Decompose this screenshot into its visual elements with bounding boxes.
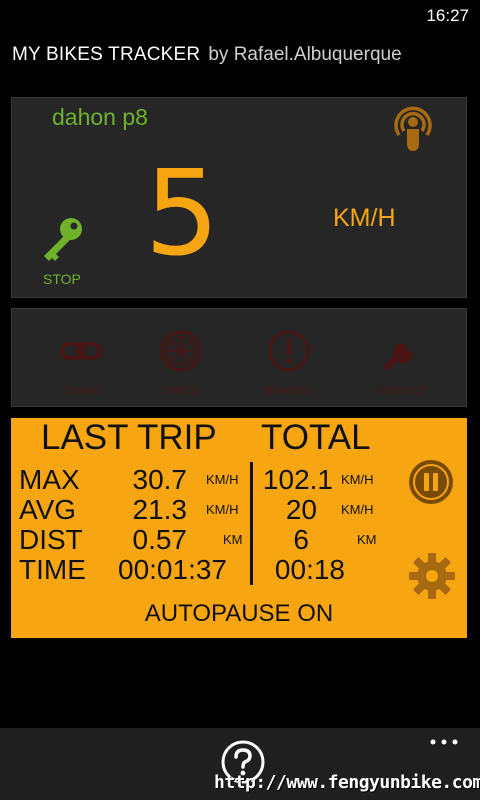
row-label-dist: DIST — [19, 524, 83, 555]
trip-dist-unit: KM — [223, 532, 243, 547]
trip-time-value: 00:01:37 — [118, 554, 227, 585]
total-header: TOTAL — [261, 418, 371, 457]
trip-max-value: 30.7 — [132, 464, 188, 495]
trip-avg-unit: KM/H — [206, 502, 239, 517]
app-bar: http://www.fengyunbike.com — [0, 728, 480, 800]
total-dist-value: 6 — [293, 524, 309, 555]
key-icon[interactable] — [38, 214, 88, 264]
tires-button[interactable]: TIRES — [139, 323, 223, 403]
pause-button[interactable] — [408, 459, 454, 505]
wrench-icon — [384, 340, 414, 370]
gear-icon — [409, 553, 455, 599]
trip-avg-value: 21.3 — [132, 494, 188, 525]
chain-label: CHAIN — [62, 385, 100, 397]
stats-panel: LAST TRIP TOTAL MAX 30.7 KM/H 102.1 KM/H… — [11, 418, 467, 638]
gps-tracking-icon[interactable] — [387, 101, 439, 157]
brakes-button[interactable]: BRAKES — [247, 323, 331, 403]
chain-button[interactable]: CHAIN — [39, 323, 123, 403]
chain-icon — [60, 342, 102, 360]
trip-max-unit: KM/H — [206, 472, 239, 487]
speed-value: 5 — [144, 144, 220, 282]
trip-dist-value: 0.57 — [132, 524, 188, 555]
speed-unit: KM/H — [333, 204, 396, 232]
total-avg-unit: KM/H — [341, 502, 374, 517]
bike-name[interactable]: dahon p8 — [52, 104, 148, 131]
row-label-time: TIME — [19, 554, 86, 585]
row-label-avg: AVG — [19, 494, 77, 525]
more-button[interactable] — [428, 732, 460, 752]
more-icon — [430, 739, 458, 745]
total-max-value: 102.1 — [262, 464, 333, 495]
service-label: SERVICE — [375, 385, 427, 397]
last-trip-header: LAST TRIP — [41, 418, 217, 457]
column-divider — [250, 462, 253, 585]
row-label-max: MAX — [19, 464, 80, 495]
pause-icon — [409, 460, 453, 504]
watermark: http://www.fengyunbike.com — [214, 772, 480, 793]
tires-label: TIRES — [163, 385, 199, 397]
total-time-value: 00:18 — [274, 554, 345, 585]
total-max-unit: KM/H — [341, 472, 374, 487]
app-title: MY BIKES TRACKER — [12, 44, 201, 65]
maintenance-buttons-panel: CHAIN TIRES BRAKES SERVICE — [11, 308, 467, 407]
stop-label[interactable]: STOP — [43, 271, 81, 287]
clock: 16:27 — [426, 6, 469, 25]
autopause-status[interactable]: AUTOPAUSE ON — [11, 598, 467, 630]
app-author: by Rafael.Albuquerque — [208, 44, 402, 65]
brakes-label: BRAKES — [265, 385, 313, 397]
total-avg-value: 20 — [285, 494, 317, 525]
status-bar: 16:27 — [0, 0, 480, 32]
service-button[interactable]: SERVICE — [359, 323, 443, 403]
warning-icon — [268, 330, 310, 372]
wheel-icon — [160, 330, 202, 372]
settings-button[interactable] — [407, 551, 457, 601]
total-dist-unit: KM — [357, 532, 377, 547]
speed-panel: dahon p8 STOP 5 KM/H — [11, 97, 467, 298]
app-header: MY BIKES TRACKER by Rafael.Albuquerque — [12, 44, 472, 70]
